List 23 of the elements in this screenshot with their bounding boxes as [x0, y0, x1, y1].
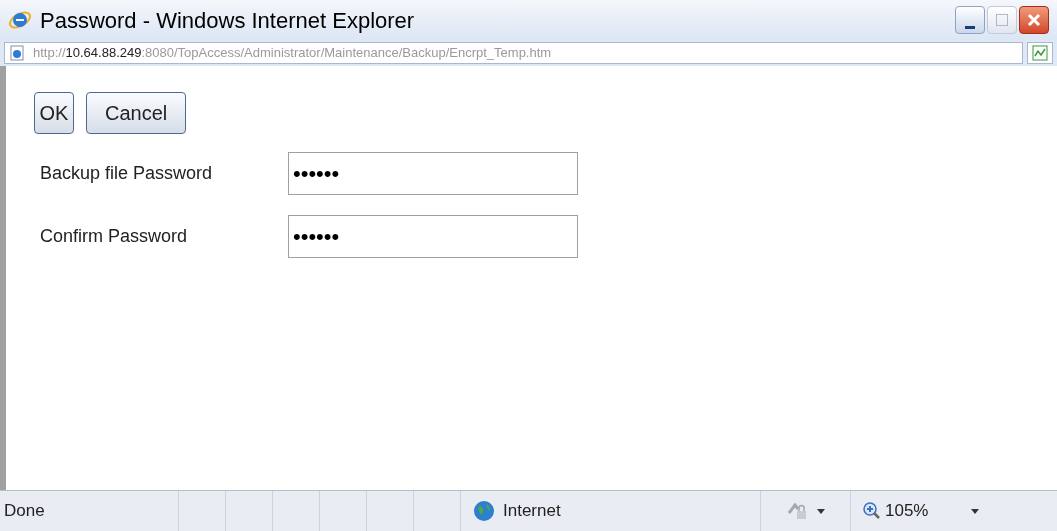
url-text: http://10.64.88.249:8080/TopAccess/Administrator/Maintenance/Backup/Encrpt_Temp.htm: [33, 44, 552, 63]
page-icon: [9, 45, 25, 61]
password-field[interactable]: ••••••: [288, 215, 578, 258]
minimize-button[interactable]: [955, 6, 985, 34]
address-field[interactable]: http://10.64.88.249:8080/TopAccess/Administrator/Maintenance/Backup/Encrpt_Temp.htm: [4, 42, 1023, 64]
compatibility-button[interactable]: [1027, 42, 1053, 64]
close-button[interactable]: [1019, 6, 1049, 34]
lock-icon: [786, 501, 809, 521]
browser-logo-icon: [8, 8, 32, 32]
dropdown-arrow-icon: [971, 508, 979, 514]
zoom-button[interactable]: 105%: [850, 491, 960, 531]
dropdown-arrow-icon: [816, 508, 825, 514]
password-field[interactable]: ••••••: [288, 152, 578, 195]
dialog-button[interactable]: OK: [34, 92, 74, 134]
zoom-icon: [863, 502, 881, 520]
field-label: Confirm Password: [40, 225, 189, 248]
close-icon: [1027, 13, 1041, 27]
window-title: Password - Windows Internet Explorer: [40, 6, 415, 35]
status-text: Done: [3, 500, 46, 523]
globe-icon: [473, 500, 495, 522]
dialog-button[interactable]: Cancel: [86, 92, 187, 134]
field-label: Backup file Password: [40, 162, 214, 185]
zone-text: Internet: [503, 500, 561, 523]
